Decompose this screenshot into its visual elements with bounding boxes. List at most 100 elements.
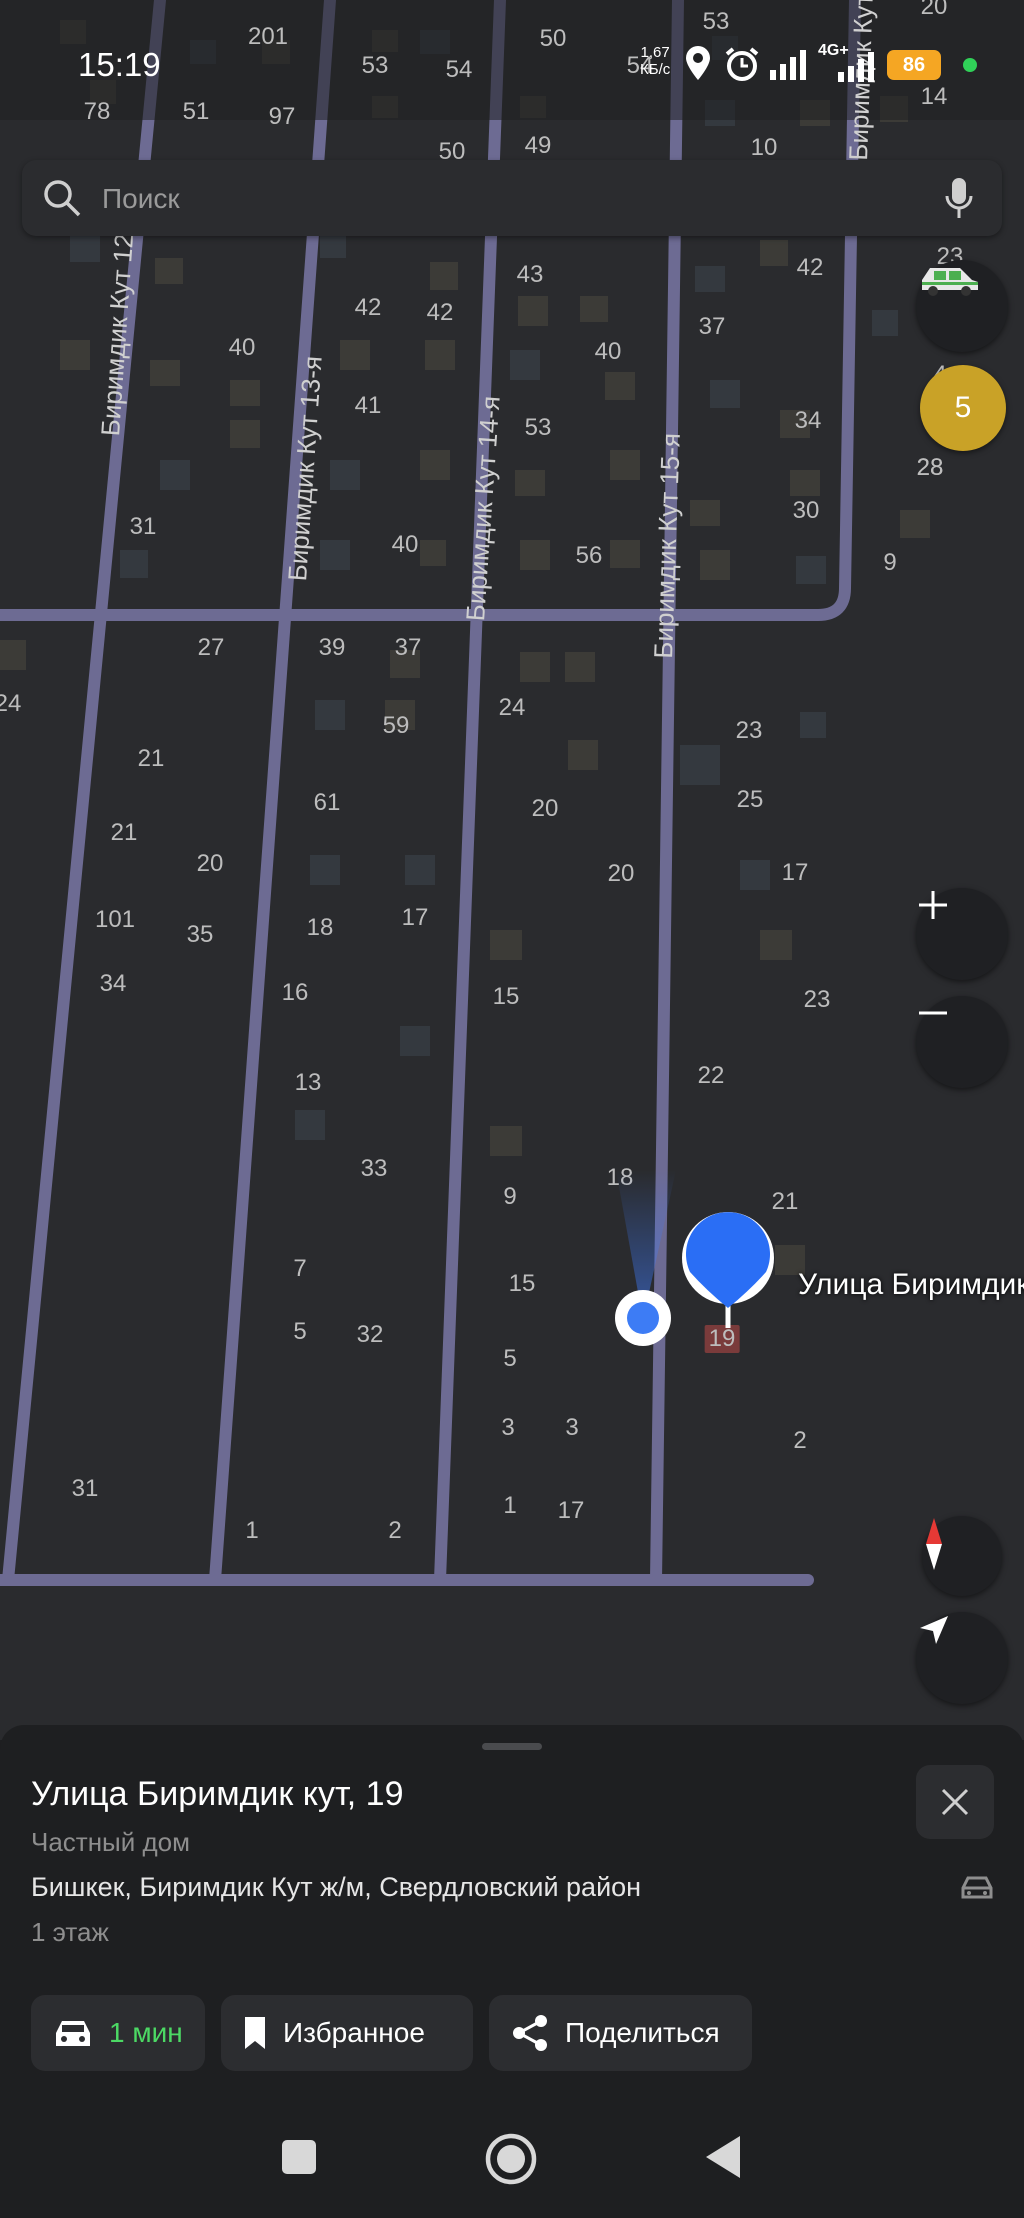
house-number: 17 (781, 859, 809, 886)
place-pin-icon[interactable] (680, 1210, 776, 1332)
house-number: 9 (503, 1183, 517, 1210)
house-number: 23 (803, 986, 831, 1013)
taxi-count-badge[interactable]: 5 (920, 365, 1006, 451)
house-number: 56 (575, 542, 603, 569)
search-input[interactable] (100, 178, 904, 220)
house-number: 25 (736, 786, 764, 813)
house-number: 18 (306, 914, 334, 941)
share-icon (513, 2015, 547, 2051)
route-time-label: 1 мин (109, 2017, 183, 2048)
route-button[interactable]: 1 мин (31, 1995, 205, 2071)
map-view[interactable]: Биримдик Кут 12-я Биримдик Кут 13-я Бири… (0, 0, 1024, 1740)
house-number: 15 (508, 1270, 536, 1297)
house-number: 39 (318, 634, 346, 661)
navigation-arrow-icon (920, 1616, 948, 1644)
house-number: 34 (99, 970, 127, 997)
house-number: 2 (388, 1517, 402, 1544)
user-location-marker[interactable] (596, 1150, 686, 1350)
house-number: 1 (245, 1517, 259, 1544)
close-button[interactable] (916, 1765, 994, 1839)
house-number: 10 (750, 134, 778, 161)
car-icon (56, 2021, 90, 2046)
house-number: 17 (557, 1497, 585, 1524)
place-map-label: Улица Биримдик кут, 19 (798, 1268, 1024, 1301)
back-icon[interactable] (702, 2134, 742, 2180)
taxi-button[interactable] (916, 260, 1008, 352)
microphone-icon[interactable] (944, 176, 974, 220)
house-number: 49 (524, 132, 552, 159)
compass-button[interactable] (922, 1516, 1002, 1596)
share-button[interactable]: Поделиться (489, 1995, 752, 2071)
house-number: 37 (394, 634, 422, 661)
compass-icon (926, 1518, 942, 1570)
house-number: 27 (197, 634, 225, 661)
house-number: 7 (293, 1255, 307, 1282)
map-roads (0, 0, 1024, 1586)
house-number: 30 (792, 497, 820, 524)
house-number: 37 (698, 313, 726, 340)
place-type: Частный дом (31, 1827, 190, 1857)
zoom-in-button[interactable] (916, 888, 1008, 980)
house-number: 40 (391, 531, 419, 558)
house-number: 31 (129, 513, 157, 540)
house-number: 17 (401, 904, 429, 931)
house-number: 5 (503, 1345, 517, 1372)
car-icon (961, 1876, 993, 1899)
house-number: 3 (565, 1414, 579, 1441)
place-title: Улица Биримдик кут, 19 (31, 1775, 404, 1813)
house-number: 34 (794, 407, 822, 434)
recent-apps-icon[interactable] (280, 2138, 318, 2176)
house-number: 23 (735, 717, 763, 744)
house-number: 33 (360, 1155, 388, 1182)
house-number: 20 (531, 795, 559, 822)
battery-icon: 86 (887, 50, 941, 80)
signal-4g-icon (838, 52, 874, 82)
house-number: 32 (356, 1321, 384, 1348)
house-number: 31 (71, 1475, 99, 1502)
house-number: 24 (498, 694, 526, 721)
house-number: 28 (916, 454, 944, 481)
system-nav-bar (0, 2100, 1024, 2218)
house-number: 3 (501, 1414, 515, 1441)
network-speed: 1,67 КБ/с (640, 44, 670, 78)
house-number: 101 (94, 906, 136, 933)
signal-icon (770, 50, 806, 80)
house-number: 53 (524, 414, 552, 441)
close-icon (941, 1788, 969, 1816)
house-number: 13 (294, 1069, 322, 1096)
house-number: 22 (697, 1062, 725, 1089)
my-location-button[interactable] (916, 1612, 1008, 1704)
house-number: 20 (196, 850, 224, 877)
house-number: 61 (313, 789, 341, 816)
place-floors: 1 этаж (31, 1917, 109, 1947)
minus-icon (919, 1011, 947, 1015)
status-bar: 15:19 1,67 КБ/с 4G+ 86 (0, 0, 1024, 130)
house-number: 59 (382, 712, 410, 739)
house-number: 43 (516, 261, 544, 288)
net-speed-unit: КБ/с (640, 61, 671, 78)
house-number: 16 (281, 979, 309, 1006)
taxi-car-icon (922, 268, 978, 296)
alarm-icon (725, 47, 759, 81)
house-number: 41 (354, 392, 382, 419)
search-bar[interactable] (22, 160, 1002, 236)
house-number: 42 (354, 294, 382, 321)
home-icon[interactable] (484, 2132, 538, 2186)
house-number: 9 (883, 549, 897, 576)
house-number: 40 (228, 334, 256, 361)
location-icon (686, 46, 710, 80)
place-address: Бишкек, Биримдик Кут ж/м, Свердловский р… (31, 1872, 642, 1902)
plus-icon (919, 891, 947, 919)
favorite-button[interactable]: Избранное (221, 1995, 473, 2071)
sheet-handle[interactable] (482, 1743, 542, 1750)
search-icon (44, 180, 81, 217)
share-label: Поделиться (565, 2017, 720, 2048)
house-number: 2 (793, 1427, 807, 1454)
house-number: 40 (594, 338, 622, 365)
zoom-out-button[interactable] (916, 996, 1008, 1088)
clock: 15:19 (78, 46, 161, 83)
house-number: 1 (503, 1492, 517, 1519)
favorite-label: Избранное (283, 2017, 425, 2048)
bookmark-icon (245, 2017, 265, 2049)
house-number: 20 (607, 860, 635, 887)
